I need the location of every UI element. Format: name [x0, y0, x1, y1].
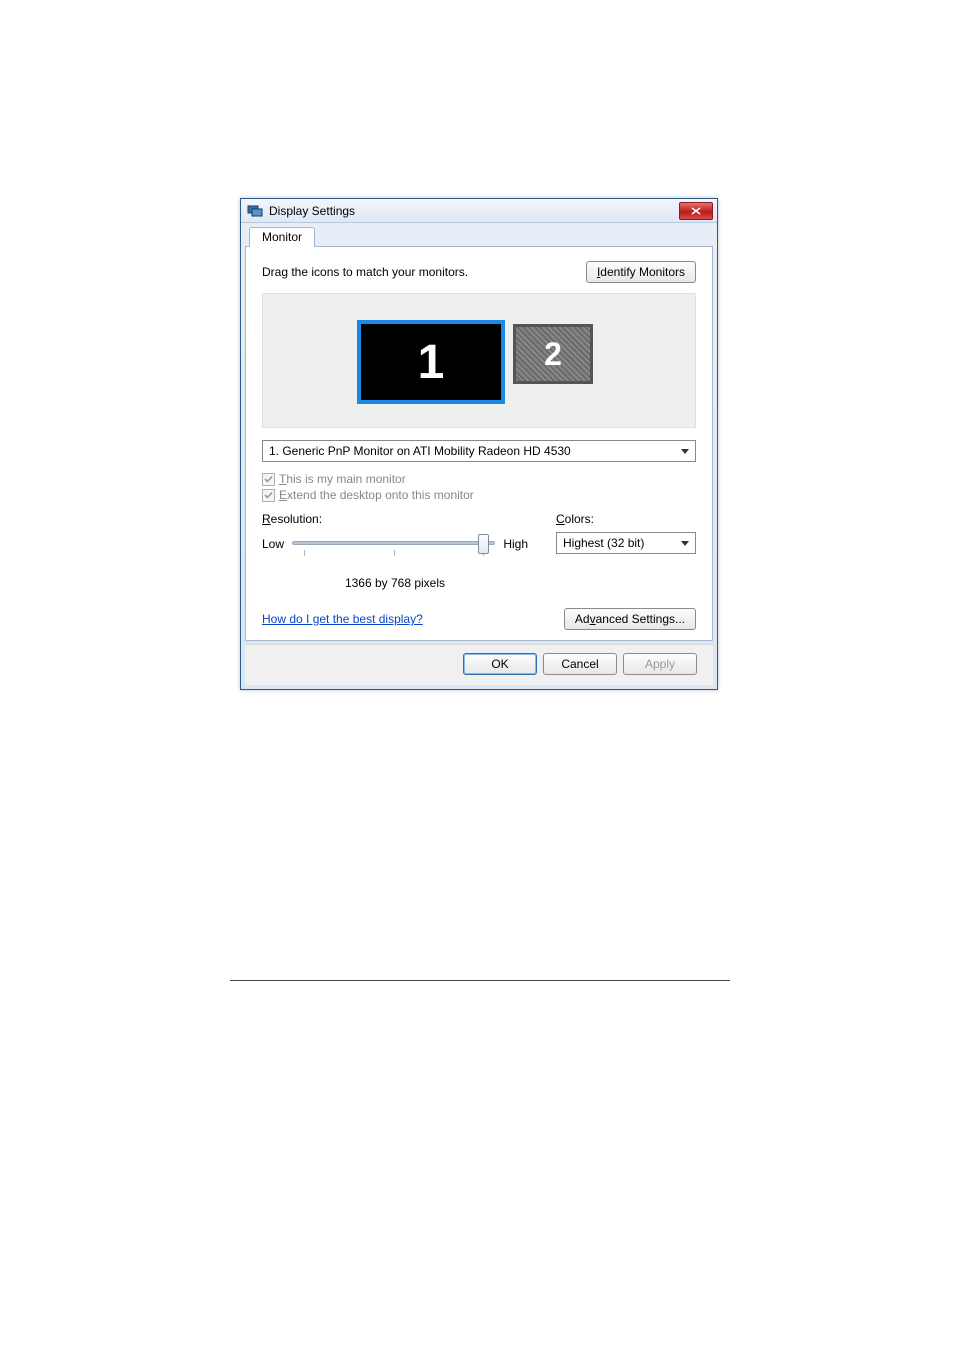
tab-monitor[interactable]: Monitor	[249, 227, 315, 247]
checkbox-icon	[262, 489, 275, 502]
slider-thumb[interactable]	[478, 534, 489, 554]
display-settings-icon	[247, 203, 263, 219]
identify-monitors-button[interactable]: Identify Monitors	[586, 261, 696, 283]
chevron-down-icon	[681, 541, 689, 546]
checkbox-extend-desktop: Extend the desktop onto this monitor	[262, 488, 696, 502]
drag-instruction: Drag the icons to match your monitors.	[262, 265, 468, 279]
resolution-value: 1366 by 768 pixels	[262, 576, 528, 590]
monitor-select-value: 1. Generic PnP Monitor on ATI Mobility R…	[269, 444, 675, 458]
close-button[interactable]	[679, 202, 713, 220]
window-title: Display Settings	[269, 204, 679, 218]
checkbox-main-monitor: This is my main monitor	[262, 472, 696, 486]
monitor-arrangement-area[interactable]: 1 2	[262, 293, 696, 428]
slider-high-label: High	[503, 537, 528, 551]
ok-button[interactable]: OK	[463, 653, 537, 675]
tab-content: Drag the icons to match your monitors. I…	[245, 246, 713, 641]
page-divider	[230, 980, 730, 981]
help-link[interactable]: How do I get the best display?	[262, 612, 423, 626]
chevron-down-icon	[681, 449, 689, 454]
slider-track	[292, 541, 495, 545]
resolution-slider[interactable]	[292, 532, 495, 556]
close-icon	[691, 207, 701, 215]
tabstrip: Monitor	[241, 223, 717, 247]
colors-value: Highest (32 bit)	[563, 536, 675, 550]
titlebar[interactable]: Display Settings	[241, 199, 717, 223]
colors-dropdown[interactable]: Highest (32 bit)	[556, 532, 696, 554]
monitor-select-dropdown[interactable]: 1. Generic PnP Monitor on ATI Mobility R…	[262, 440, 696, 462]
monitor-icon-2[interactable]: 2	[513, 324, 593, 384]
cancel-button[interactable]: Cancel	[543, 653, 617, 675]
dialog-button-bar: OK Cancel Apply	[245, 644, 713, 685]
apply-button[interactable]: Apply	[623, 653, 697, 675]
display-settings-window: Display Settings Monitor Drag the icons …	[240, 198, 718, 690]
slider-low-label: Low	[262, 537, 284, 551]
resolution-label: Resolution:	[262, 512, 528, 526]
colors-label: Colors:	[556, 512, 696, 526]
advanced-settings-button[interactable]: Advanced Settings...	[564, 608, 696, 630]
slider-ticks	[292, 550, 495, 558]
monitor-icon-1[interactable]: 1	[357, 320, 505, 404]
checkbox-icon	[262, 473, 275, 486]
